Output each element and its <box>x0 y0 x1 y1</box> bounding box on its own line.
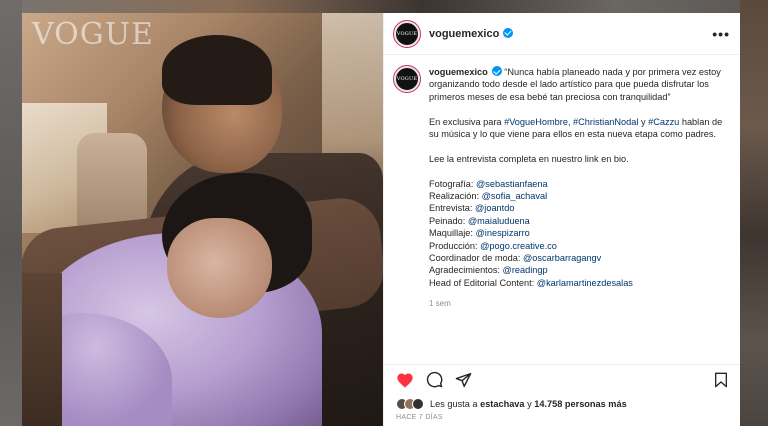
hashtag-cazzu[interactable]: #Cazzu <box>648 117 679 127</box>
credits-list: Fotografía: @sebastianfaena Realización:… <box>429 178 729 290</box>
likes-prefix: Les gusta a <box>430 399 478 409</box>
credit-label: Entrevista: <box>429 203 475 214</box>
caption-para2-prefix: En exclusiva para <box>429 116 505 127</box>
credit-label: Producción: <box>429 240 481 251</box>
credit-label: Fotografía: <box>429 178 476 189</box>
action-bar <box>384 364 740 394</box>
vogue-watermark: VOGUE <box>32 17 154 52</box>
credit-label: Head of Editorial Content: <box>429 277 537 288</box>
credit-label: Peinado: <box>429 215 468 226</box>
credit-handle[interactable]: @oscarbarragangv <box>523 253 601 263</box>
credit-line: Head of Editorial Content: @karlamartine… <box>429 277 729 289</box>
credit-line: Fotografía: @sebastianfaena <box>429 178 729 190</box>
credit-line: Agradecimientos: @readingp <box>429 264 729 276</box>
credit-line: Peinado: @maialuduena <box>429 215 729 227</box>
caption-sep: y <box>638 116 649 127</box>
credit-handle[interactable]: @inespizarro <box>475 228 529 238</box>
avatar[interactable]: VOGUE <box>393 19 421 48</box>
hashtag-voguehombre[interactable]: #VogueHombre <box>504 117 568 127</box>
post-date: HACE 7 DÍAS <box>396 414 443 421</box>
header-username[interactable]: voguemexico <box>429 27 514 40</box>
likes-user[interactable]: estachava <box>480 399 524 409</box>
credit-handle[interactable]: @maialuduena <box>468 216 530 226</box>
likes-middle: y <box>527 399 532 409</box>
credit-handle[interactable]: @sofia_achaval <box>482 191 548 201</box>
verified-icon <box>491 66 502 76</box>
liker-avatar[interactable] <box>412 398 424 410</box>
share-icon[interactable] <box>455 372 472 388</box>
credit-handle[interactable]: @joantdo <box>475 203 514 213</box>
bookmark-icon[interactable] <box>714 372 728 388</box>
photo-man-hair <box>162 35 272 105</box>
caption-para3: Lee la entrevista completa en nuestro li… <box>429 153 629 164</box>
header-username-text[interactable]: voguemexico <box>429 28 499 40</box>
background-feed-left <box>0 0 22 426</box>
credit-handle[interactable]: @readingp <box>503 265 548 275</box>
credit-line: Coordinador de moda: @oscarbarragangv <box>429 252 729 264</box>
like-icon[interactable] <box>396 372 414 388</box>
likes-summary: Les gusta a estachava y 14.758 personas … <box>384 394 740 414</box>
credit-handle[interactable]: @karlamartinezdesalas <box>537 278 633 288</box>
photo-woman-face <box>167 218 272 318</box>
caption-avatar[interactable]: VOGUE <box>393 65 421 93</box>
credit-line: Realización: @sofia_achaval <box>429 190 729 202</box>
post-side-panel: VOGUE voguemexico ••• VOGUE voguemexico … <box>383 13 740 426</box>
caption: voguemexico “Nunca había planeado nada y… <box>429 66 729 364</box>
caption-username[interactable]: voguemexico <box>429 67 488 77</box>
caption-area: VOGUE voguemexico “Nunca había planeado … <box>384 55 740 364</box>
credit-label: Coordinador de moda: <box>429 253 523 264</box>
credit-line: Producción: @pogo.creative.co <box>429 240 729 252</box>
post-header: VOGUE voguemexico ••• <box>384 13 740 55</box>
more-options-icon[interactable]: ••• <box>712 26 730 42</box>
background-feed-right <box>740 0 768 426</box>
photo-tattooed-arm <box>22 273 62 426</box>
hashtag-christiannodal[interactable]: #ChristianNodal <box>573 117 638 127</box>
credit-line: Maquillaje: @inespizarro <box>429 227 729 239</box>
caption-time-ago: 1 sem <box>429 298 451 308</box>
credit-label: Realización: <box>429 191 482 202</box>
credit-label: Maquillaje: <box>429 228 476 239</box>
credit-handle[interactable]: @sebastianfaena <box>476 179 548 189</box>
background-feed-top <box>0 0 768 13</box>
post-photo[interactable]: VOGUE <box>22 13 383 426</box>
liker-avatars[interactable] <box>396 398 424 410</box>
credit-label: Agradecimientos: <box>429 265 503 276</box>
post-modal: VOGUE VOGUE voguemexico ••• VOGUE voguem… <box>22 13 740 426</box>
verified-icon <box>503 27 514 38</box>
likes-count[interactable]: 14.758 personas más <box>534 399 626 409</box>
credit-handle[interactable]: @pogo.creative.co <box>480 241 557 251</box>
credit-line: Entrevista: @joantdo <box>429 202 729 214</box>
comment-icon[interactable] <box>426 371 443 388</box>
